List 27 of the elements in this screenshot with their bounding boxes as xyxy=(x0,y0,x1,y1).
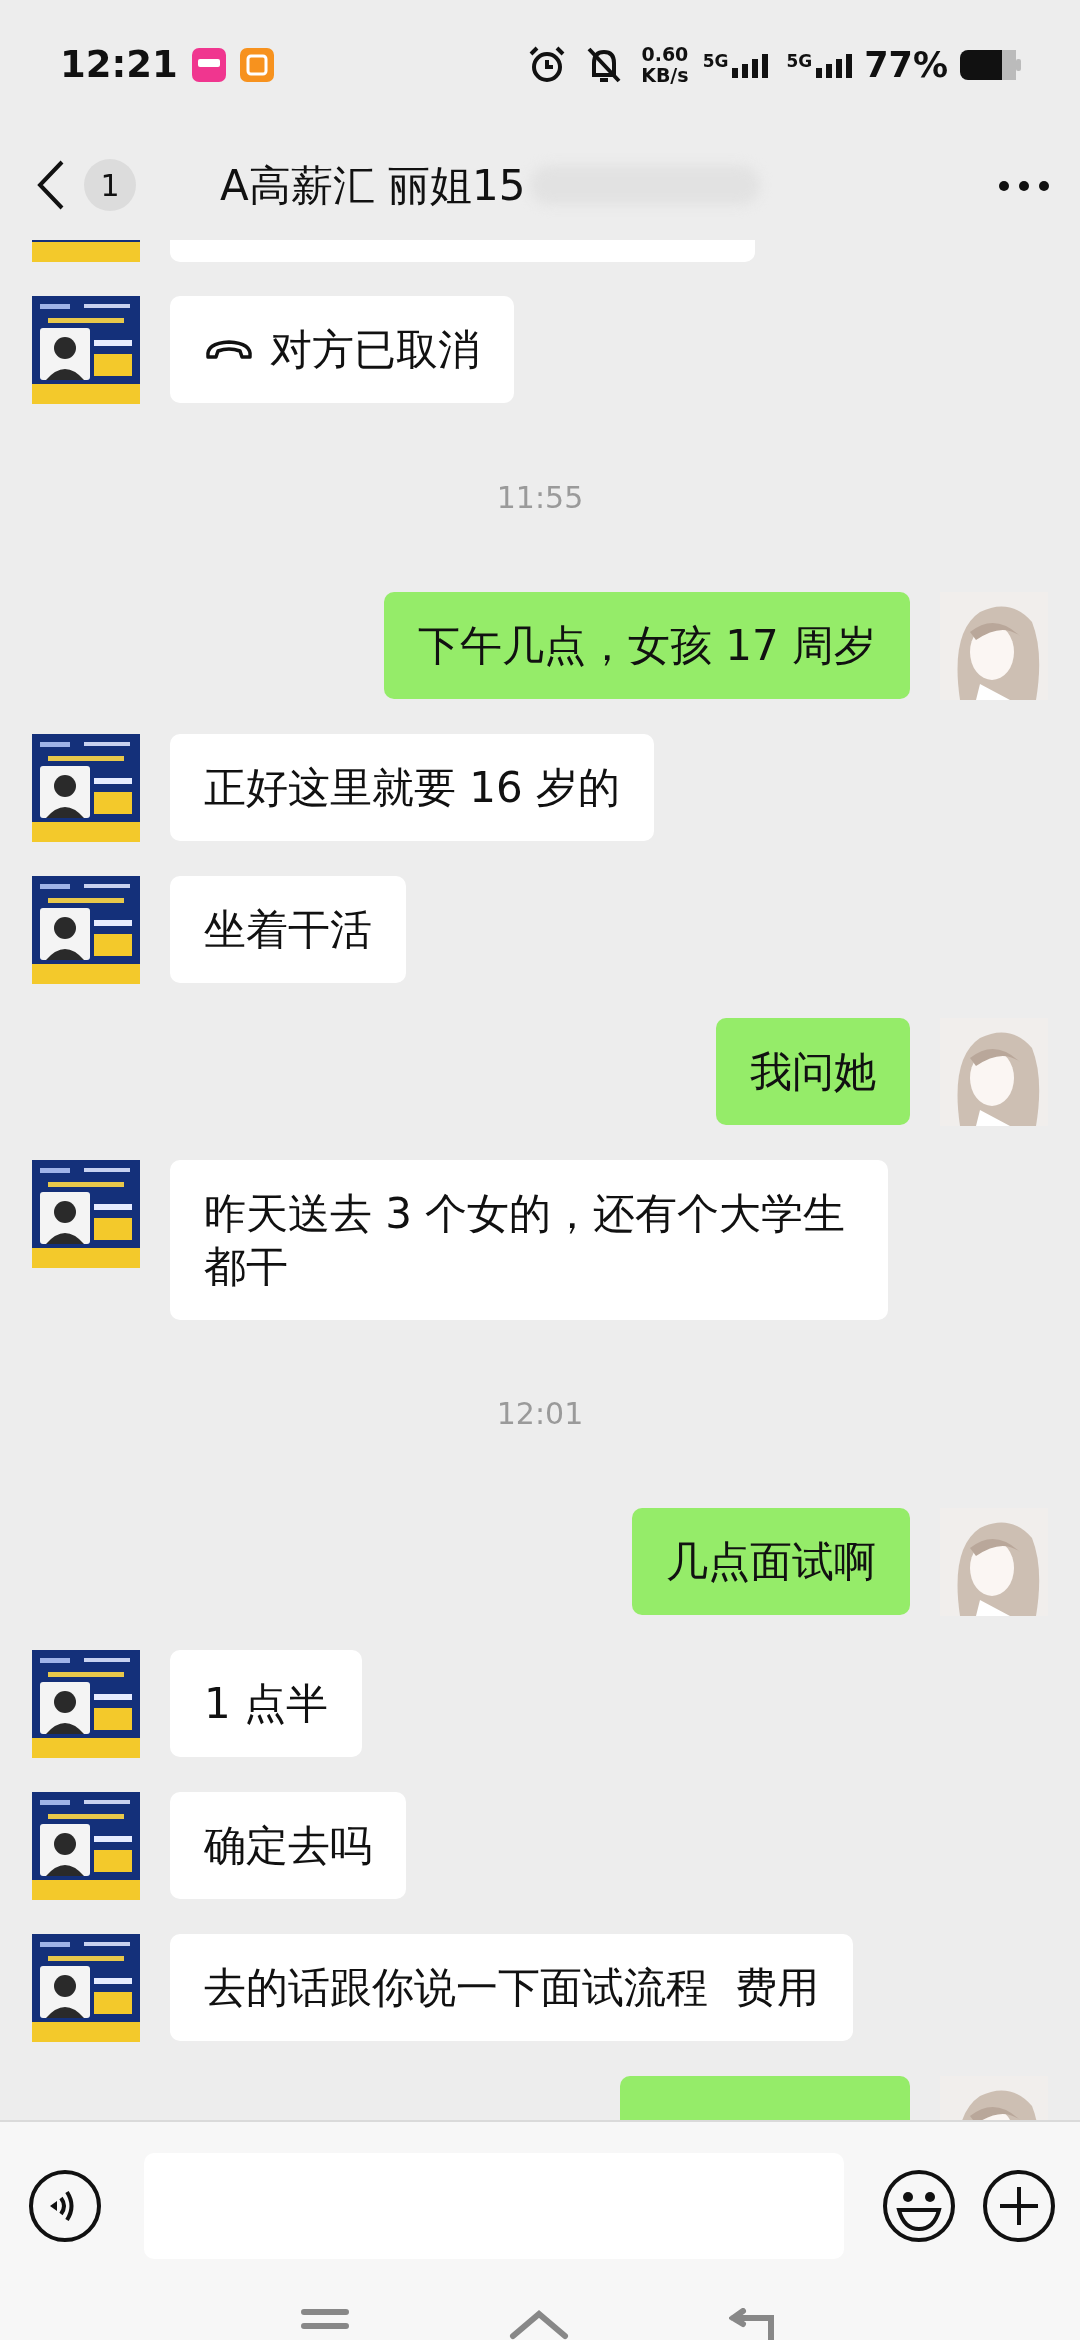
call-status: 对方已取消 xyxy=(270,324,480,376)
speed-unit: KB/s xyxy=(641,65,689,86)
add-button[interactable] xyxy=(982,2169,1056,2243)
network-type: 5G xyxy=(702,52,729,70)
clock-text: 12:21 xyxy=(60,42,178,89)
network-type: 5G xyxy=(786,52,813,70)
message-bubble: 几点面试啊 xyxy=(632,1508,910,1615)
timestamp: 11:55 xyxy=(495,479,585,517)
message-bubble: 昨天送去 3 个女的，还有个大学生都干 xyxy=(170,1160,888,1320)
battery-percent: 77% xyxy=(864,43,948,87)
voice-button[interactable] xyxy=(28,2169,102,2243)
network-speed: 0.60 xyxy=(641,44,689,65)
chat-title: A高薪汇 丽姐15 xyxy=(220,159,526,212)
message-bubble: 正好这里就要 16 岁的 xyxy=(170,734,655,841)
emoji-button[interactable] xyxy=(882,2169,956,2243)
app-icon xyxy=(191,48,226,82)
message-bubble: 1 点半 xyxy=(170,1650,363,1757)
timestamp: 12:01 xyxy=(495,1395,585,1433)
battery-icon xyxy=(960,48,1022,82)
message-bubble: 下午几点，女孩 17 周岁 xyxy=(383,592,910,699)
message-bubble: 坐着干活 xyxy=(170,876,406,983)
message-bubble: 去的话跟你说一下面试流程 费用 xyxy=(170,1934,853,2041)
unread-count[interactable]: 1 xyxy=(84,159,136,211)
home-icon[interactable] xyxy=(509,2308,569,2340)
message-bubble: 确定去吗 xyxy=(170,1792,406,1899)
message-bubble: 我问她 xyxy=(716,1018,910,1125)
app-icon xyxy=(239,48,274,82)
